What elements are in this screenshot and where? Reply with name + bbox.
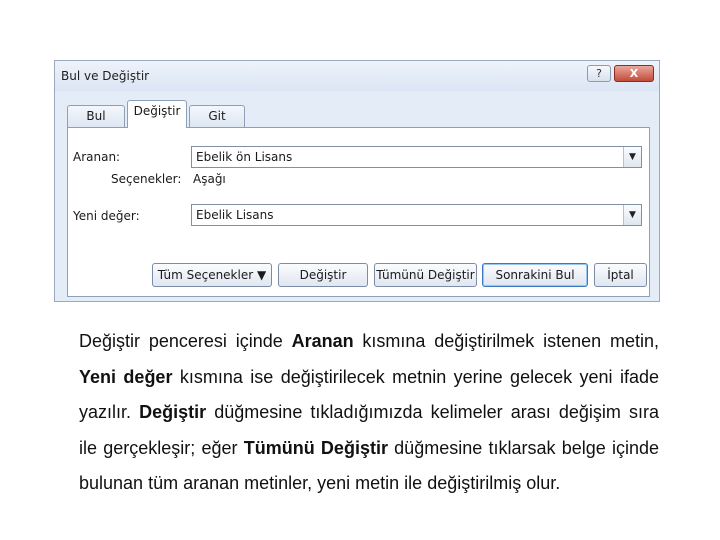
find-replace-dialog: Bul ve Değiştir ? X Bul Değiştir Git Ara… — [54, 60, 660, 302]
replace-combobox[interactable]: Ebelik Lisans ▼ — [191, 204, 642, 226]
tab-find[interactable]: Bul — [67, 105, 125, 127]
cancel-button[interactable]: İptal — [594, 263, 647, 287]
help-button[interactable]: ? — [587, 65, 611, 82]
tab-goto[interactable]: Git — [189, 105, 245, 127]
chevron-down-icon[interactable]: ▼ — [623, 205, 641, 225]
tab-replace[interactable]: Değiştir — [127, 100, 187, 128]
paragraph-text: kısmına değiştirilmek istenen metin, — [353, 331, 660, 351]
bold-term: Yeni değer — [79, 366, 173, 387]
options-value: Aşağı — [193, 172, 226, 186]
dialog-title: Bul ve Değiştir — [61, 69, 150, 83]
bold-term: Aranan — [291, 331, 354, 351]
replace-input[interactable]: Ebelik Lisans — [196, 208, 274, 222]
paragraph-text: Değiştir penceresi içinde — [79, 331, 292, 351]
replace-all-button[interactable]: Tümünü Değiştir — [374, 263, 477, 287]
find-combobox[interactable]: Ebelik ön Lisans ▼ — [191, 146, 642, 168]
dialog-titlebar: Bul ve Değiştir ? X — [55, 61, 659, 91]
options-label: Seçenekler: — [111, 172, 182, 186]
bold-term: Değiştir — [139, 402, 207, 422]
close-button[interactable]: X — [614, 65, 654, 82]
replace-button[interactable]: Değiştir — [278, 263, 368, 287]
chevron-down-icon[interactable]: ▼ — [623, 147, 641, 167]
find-label: Aranan: — [73, 150, 121, 164]
find-input[interactable]: Ebelik ön Lisans — [196, 150, 292, 164]
replace-label: Yeni değer: — [73, 209, 140, 223]
description-paragraph: Değiştir penceresi içinde Aranan kısmına… — [79, 324, 659, 502]
bold-term: Tümünü Değiştir — [243, 437, 388, 458]
find-next-button[interactable]: Sonrakini Bul — [482, 263, 588, 287]
more-options-button[interactable]: Tüm Seçenekler ▼ — [152, 263, 272, 287]
